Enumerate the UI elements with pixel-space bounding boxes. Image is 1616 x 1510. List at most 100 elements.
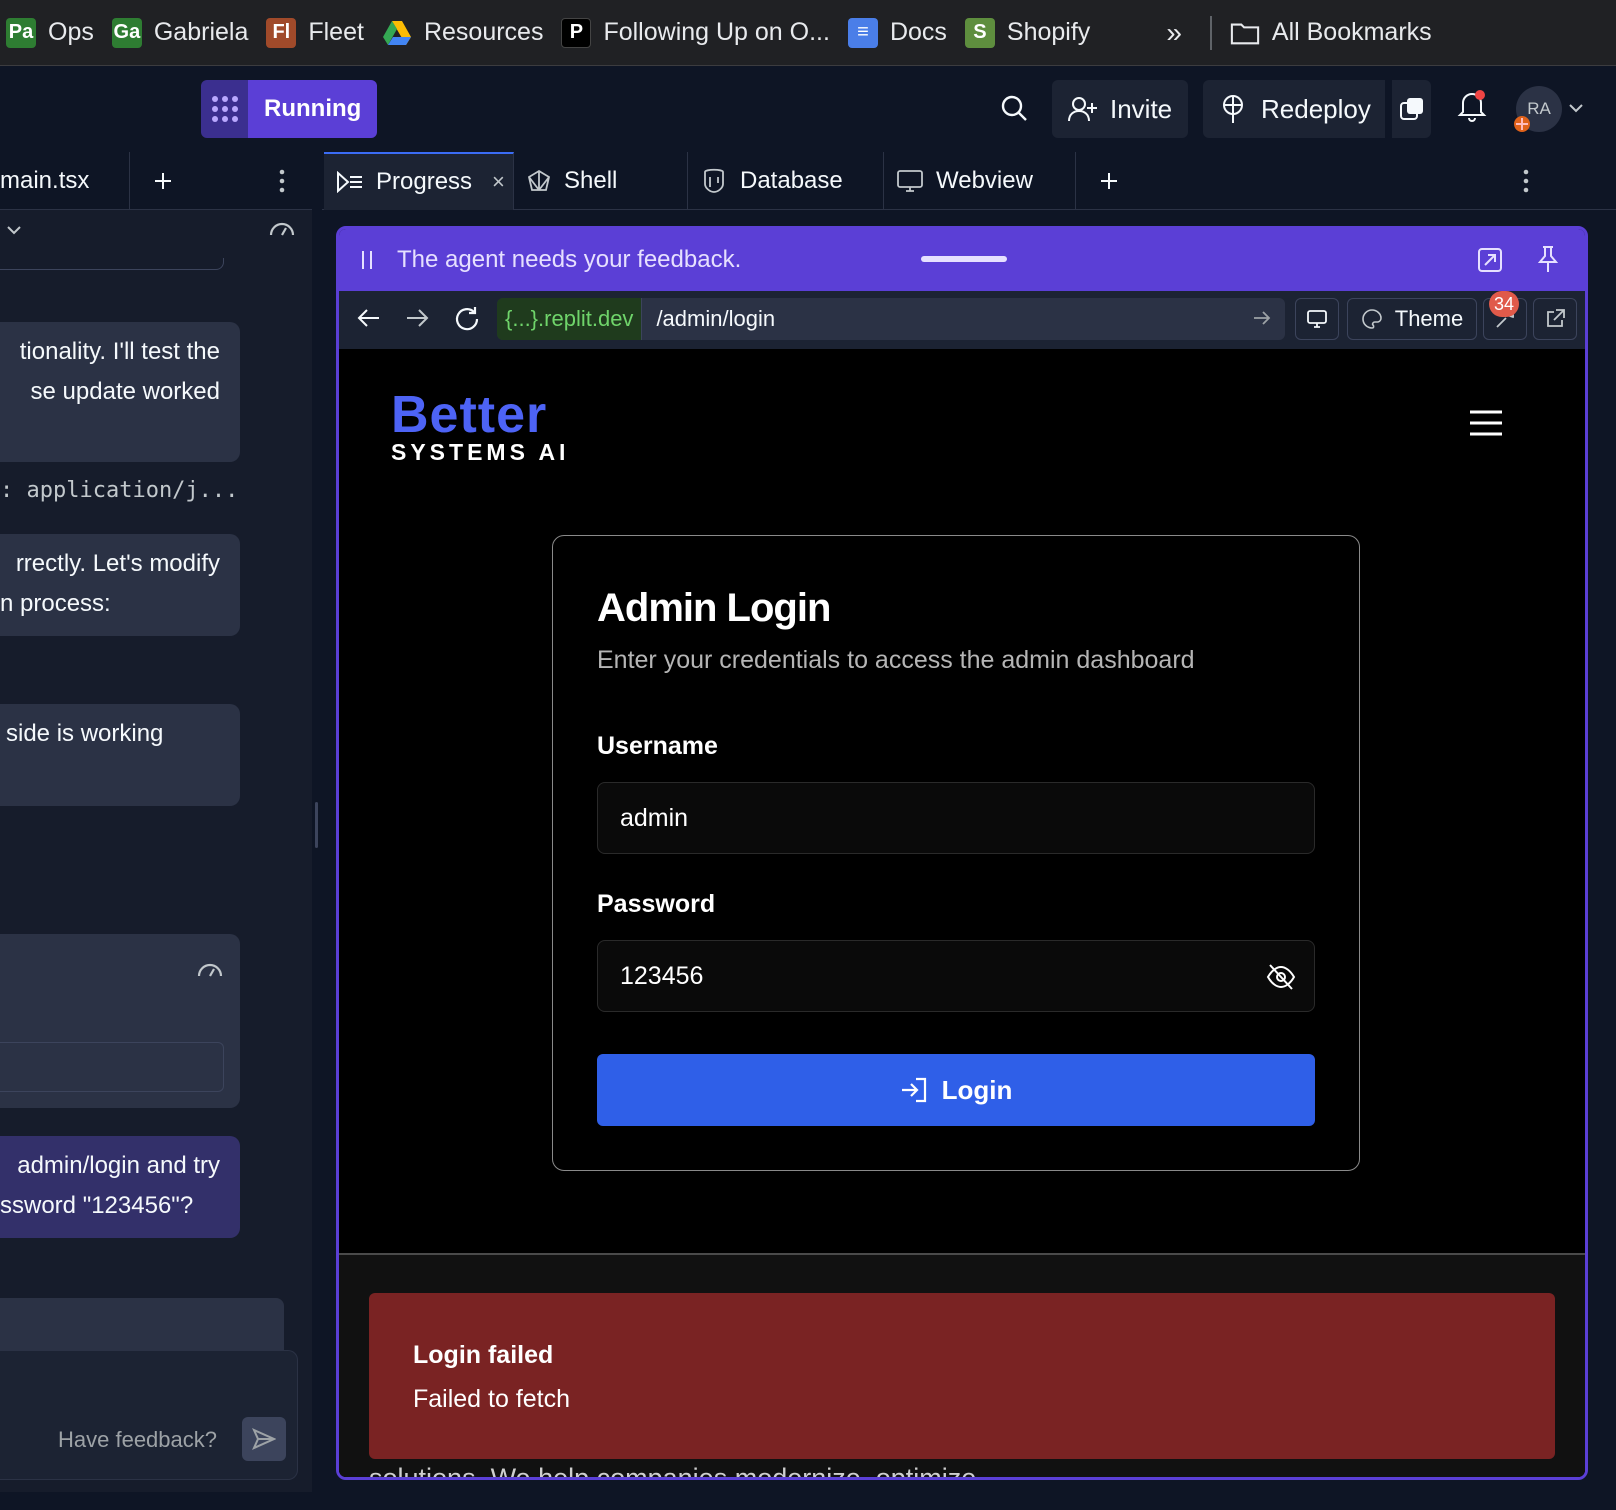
feedback-input[interactable] [0,1042,224,1092]
login-button[interactable]: Login [597,1054,1315,1126]
bookmark-badge-icon: Pa [6,17,36,48]
all-bookmarks[interactable]: All Bookmarks [1228,9,1448,57]
add-tab-icon[interactable] [1094,166,1124,196]
bookmark-fleet[interactable]: Fl Fleet [264,9,380,57]
agent-message: side is working [0,704,240,806]
google-drive-icon [382,18,412,48]
open-new-tab-button[interactable] [1533,298,1577,340]
run-status-button[interactable]: Running [201,80,378,138]
login-subtitle: Enter your credentials to access the adm… [597,646,1195,674]
site-page: Better SYSTEMS AI Admin Login Enter your… [339,349,1585,1477]
left-panel: main.tsx tionality. I'll test the se upd… [0,152,312,1492]
feedback-banner: The agent needs your feedback. [339,229,1585,291]
deploy-options-button[interactable] [1391,80,1431,138]
more-vertical-icon[interactable] [1518,166,1534,196]
password-value: 123456 [620,961,704,990]
tab-label: main.tsx [0,167,90,194]
url-path: /admin/login [656,306,776,331]
tab-database[interactable]: Database [688,152,884,210]
webview-toolbar: {...} .replit.dev /admin/login Theme 34 [339,291,1585,349]
url-domain-prefix: {...} [505,306,539,331]
password-label: Password [597,890,716,918]
bookmark-resources[interactable]: Resources [380,9,560,57]
webview-icon [896,169,924,193]
login-error-toast[interactable]: Login failed Failed to fetch [369,1293,1555,1459]
pause-icon[interactable] [361,249,373,271]
site-logo-main[interactable]: Better [391,385,547,445]
speedometer-icon[interactable] [268,216,298,246]
back-arrow-icon[interactable] [357,307,381,329]
add-user-icon [1068,95,1098,123]
bookmark-label: Shopify [1006,18,1091,46]
go-arrow-icon[interactable] [1253,310,1271,326]
url-domain-suffix: .replit.dev [538,306,634,331]
message-line: side is working [6,720,164,747]
feedback-request-card [0,934,240,1108]
username-label: Username [597,732,718,760]
bookmark-label: Resources [423,18,544,46]
tab-label: Database [740,167,843,194]
eye-off-icon[interactable] [1266,963,1296,991]
url-bar[interactable]: {...} .replit.dev /admin/login [497,298,1285,340]
tab-webview[interactable]: Webview [884,152,1076,210]
message-edge [0,258,224,270]
deploy-icon [1219,94,1247,124]
bookmark-label: Docs [889,18,947,46]
chat-input-box[interactable]: Have feedback? [0,1350,298,1480]
password-field[interactable]: 123456 [597,940,1315,1012]
message-line: n process: [0,590,111,617]
notifications-bell-icon[interactable] [1455,88,1489,124]
tab-shell[interactable]: Shell [514,152,688,210]
username-field[interactable]: admin [597,782,1315,854]
error-title: Login failed [413,1341,554,1369]
message-line: tionality. I'll test the [19,338,220,365]
login-title: Admin Login [597,586,831,630]
pane-tabbar: Progress × Shell Database Webview [322,152,1616,210]
forward-arrow-icon[interactable] [405,307,429,329]
close-icon[interactable]: × [492,169,505,195]
hamburger-menu-icon[interactable] [1469,409,1503,442]
add-tab-icon[interactable] [146,164,180,198]
bookmark-shopify[interactable]: S Shopify [963,9,1106,57]
agent-message: rrectly. Let's modify n process: [0,534,240,636]
bookmark-gabriela[interactable]: Ga Gabriela [110,9,265,57]
bookmark-following-up[interactable]: P Following Up on O... [559,9,846,57]
chat-input-top [0,1298,284,1358]
redeploy-button[interactable]: Redeploy [1203,80,1385,138]
search-icon[interactable] [998,92,1030,124]
chevron-down-icon[interactable] [6,222,22,238]
feedback-placeholder: Have feedback? [58,1427,217,1452]
pin-icon[interactable] [1537,245,1559,273]
expand-icon[interactable] [1477,247,1503,273]
login-enter-icon [900,1077,928,1103]
redeploy-label: Redeploy [1261,93,1371,124]
reload-icon[interactable] [453,305,481,333]
more-vertical-icon[interactable] [274,166,290,196]
speedometer-icon[interactable] [196,952,226,977]
bookmark-badge-icon: P [561,17,592,48]
database-icon [700,167,728,195]
tab-main-tsx[interactable]: main.tsx [0,152,130,210]
invite-button[interactable]: Invite [1052,80,1189,138]
bookmark-docs[interactable]: ≡ Docs [846,9,963,57]
send-icon[interactable] [242,1417,286,1461]
drag-handle[interactable] [921,256,1007,262]
agent-message: tionality. I'll test the se update worke… [0,322,240,462]
workspace-header: Running Invite Redeploy RA [0,66,1616,152]
chevron-down-icon[interactable] [1566,98,1586,118]
theme-button[interactable]: Theme [1347,298,1477,340]
bookmarks-overflow-icon[interactable]: » [1166,17,1182,49]
login-button-label: Login [941,1074,1013,1105]
bookmarks-divider [1209,15,1212,50]
external-link-icon [1544,308,1566,330]
progress-icon [336,171,364,193]
tab-progress[interactable]: Progress × [324,152,514,210]
panel-resize-handle[interactable] [312,152,322,1492]
site-logo-sub: SYSTEMS AI [391,439,570,465]
device-toggle-button[interactable] [1295,298,1339,340]
theme-label: Theme [1394,306,1464,331]
url-domain: {...} .replit.dev [497,298,643,340]
bookmark-ops[interactable]: Pa Ops [4,9,110,57]
message-line: admin/login and try [17,1152,220,1179]
folder-icon [1230,18,1260,48]
